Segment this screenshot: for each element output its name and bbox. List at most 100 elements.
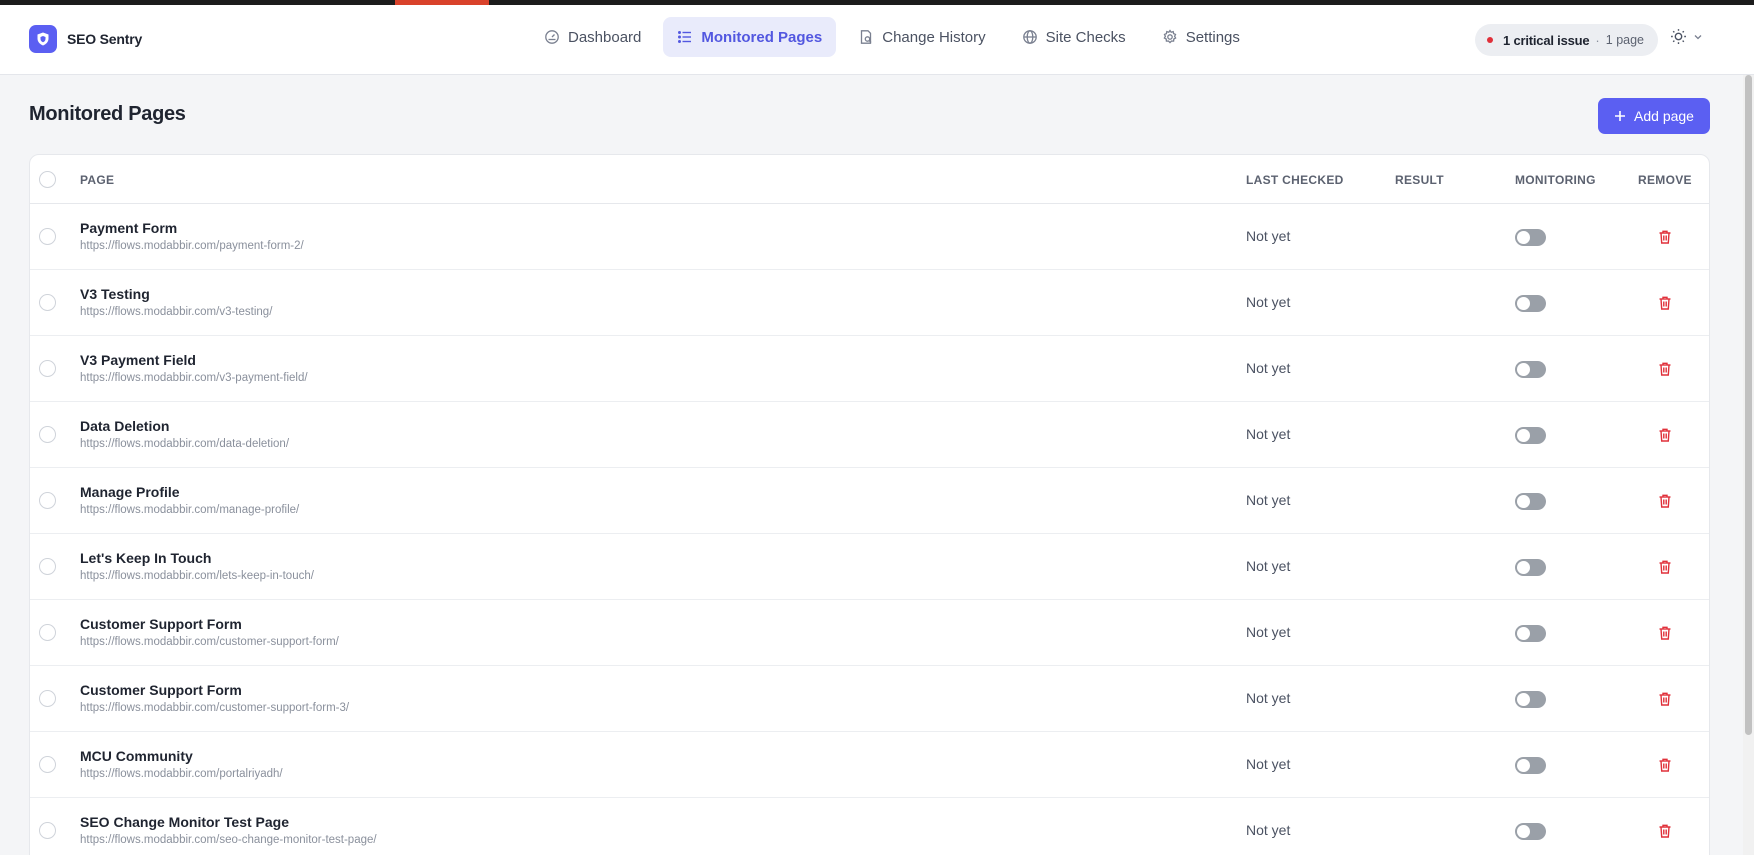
monitoring-toggle[interactable] — [1515, 229, 1546, 246]
monitoring-toggle[interactable] — [1515, 691, 1546, 708]
row-select-checkbox[interactable] — [39, 426, 56, 443]
toggle-knob — [1517, 627, 1530, 640]
globe-icon — [1022, 30, 1037, 44]
table-row: Customer Support Form https://flows.moda… — [30, 666, 1709, 732]
trash-icon[interactable] — [1657, 823, 1673, 839]
trash-icon[interactable] — [1657, 691, 1673, 707]
table-header: PAGE LAST CHECKED RESULT MONITORING REMO… — [30, 155, 1709, 204]
plus-icon — [1615, 111, 1626, 121]
table-row: Manage Profile https://flows.modabbir.co… — [30, 468, 1709, 534]
nav-dashboard[interactable]: Dashboard — [530, 17, 655, 57]
toggle-knob — [1517, 693, 1530, 706]
nav-monitored-pages[interactable]: Monitored Pages — [663, 17, 837, 57]
nav-dashboard-label: Dashboard — [568, 28, 642, 46]
scrollbar-thumb[interactable] — [1745, 75, 1752, 735]
select-all-checkbox[interactable] — [39, 171, 56, 188]
nav-settings[interactable]: Settings — [1148, 17, 1254, 57]
page-name[interactable]: Customer Support Form — [80, 616, 242, 632]
trash-icon[interactable] — [1657, 493, 1673, 509]
trash-icon[interactable] — [1657, 295, 1673, 311]
page-name[interactable]: Manage Profile — [80, 484, 180, 500]
brand[interactable]: SEO Sentry — [29, 25, 142, 53]
page-name[interactable]: V3 Payment Field — [80, 352, 196, 368]
row-select-checkbox[interactable] — [39, 690, 56, 707]
last-checked-value: Not yet — [1246, 426, 1291, 442]
last-checked-value: Not yet — [1246, 294, 1291, 310]
list-icon — [678, 31, 692, 43]
row-select-checkbox[interactable] — [39, 624, 56, 641]
last-checked-value: Not yet — [1246, 360, 1291, 376]
toggle-knob — [1517, 561, 1530, 574]
monitoring-toggle[interactable] — [1515, 559, 1546, 576]
add-page-button[interactable]: Add page — [1598, 98, 1710, 134]
trash-icon[interactable] — [1657, 361, 1673, 377]
page-title: Monitored Pages — [29, 103, 186, 125]
last-checked-value: Not yet — [1246, 756, 1291, 772]
page-name[interactable]: Customer Support Form — [80, 682, 242, 698]
trash-icon[interactable] — [1657, 625, 1673, 641]
monitoring-toggle[interactable] — [1515, 427, 1546, 444]
page-url: https://flows.modabbir.com/lets-keep-in-… — [80, 570, 314, 582]
page-url: https://flows.modabbir.com/portalriyadh/ — [80, 768, 283, 780]
row-select-checkbox[interactable] — [39, 294, 56, 311]
row-select-checkbox[interactable] — [39, 822, 56, 839]
monitoring-toggle[interactable] — [1515, 823, 1546, 840]
nav-change-history[interactable]: Change History — [844, 17, 999, 57]
shield-icon — [29, 25, 57, 53]
chevron-down-icon — [1694, 34, 1702, 39]
page-url: https://flows.modabbir.com/customer-supp… — [80, 702, 350, 714]
row-select-checkbox[interactable] — [39, 492, 56, 509]
page-name[interactable]: Data Deletion — [80, 418, 169, 434]
monitoring-toggle[interactable] — [1515, 625, 1546, 642]
dashboard-gauge-icon — [545, 30, 559, 44]
history-file-icon — [861, 30, 872, 44]
table-row: V3 Testing https://flows.modabbir.com/v3… — [30, 270, 1709, 336]
row-select-checkbox[interactable] — [39, 360, 56, 377]
main-nav: Dashboard Monitored Pages Change History… — [530, 17, 1254, 57]
trash-icon[interactable] — [1657, 757, 1673, 773]
page-name[interactable]: Let's Keep In Touch — [80, 550, 211, 566]
row-select-checkbox[interactable] — [39, 558, 56, 575]
toggle-knob — [1517, 429, 1530, 442]
table-body: Payment Form https://flows.modabbir.com/… — [30, 204, 1709, 855]
last-checked-value: Not yet — [1246, 558, 1291, 574]
page-name[interactable]: MCU Community — [80, 748, 193, 764]
column-header-monitoring: MONITORING — [1515, 173, 1596, 187]
nav-site-checks-label: Site Checks — [1045, 28, 1126, 46]
monitoring-toggle[interactable] — [1515, 757, 1546, 774]
affected-pages-count: 1 page — [1605, 33, 1644, 47]
table-row: SEO Change Monitor Test Page https://flo… — [30, 798, 1709, 855]
column-header-remove: REMOVE — [1638, 173, 1692, 187]
page-scrollbar[interactable] — [1743, 75, 1754, 855]
column-header-page: PAGE — [80, 173, 115, 187]
toggle-knob — [1517, 363, 1530, 376]
page-url: https://flows.modabbir.com/data-deletion… — [80, 438, 290, 450]
toggle-knob — [1517, 231, 1530, 244]
row-select-checkbox[interactable] — [39, 228, 56, 245]
page-name[interactable]: Payment Form — [80, 220, 177, 236]
monitoring-toggle[interactable] — [1515, 493, 1546, 510]
top-header: SEO Sentry Dashboard Monitored Pages Cha… — [0, 5, 1754, 75]
page-url: https://flows.modabbir.com/seo-change-mo… — [80, 834, 377, 846]
nav-monitored-pages-label: Monitored Pages — [701, 28, 823, 46]
monitoring-toggle[interactable] — [1515, 361, 1546, 378]
critical-issue-badge[interactable]: 1 critical issue · 1 page — [1475, 24, 1658, 56]
app-name: SEO Sentry — [67, 31, 143, 47]
trash-icon[interactable] — [1657, 427, 1673, 443]
page-name[interactable]: SEO Change Monitor Test Page — [80, 814, 289, 830]
trash-icon[interactable] — [1657, 229, 1673, 245]
last-checked-value: Not yet — [1246, 492, 1291, 508]
last-checked-value: Not yet — [1246, 822, 1291, 838]
nav-site-checks[interactable]: Site Checks — [1008, 17, 1140, 57]
toggle-knob — [1517, 759, 1530, 772]
table-row: Let's Keep In Touch https://flows.modabb… — [30, 534, 1709, 600]
theme-toggle-button[interactable] — [1670, 28, 1703, 45]
trash-icon[interactable] — [1657, 559, 1673, 575]
page-url: https://flows.modabbir.com/v3-testing/ — [80, 306, 273, 318]
column-header-result: RESULT — [1395, 173, 1444, 187]
page-name[interactable]: V3 Testing — [80, 286, 150, 302]
monitoring-toggle[interactable] — [1515, 295, 1546, 312]
sun-icon — [1671, 29, 1686, 44]
table-row: Customer Support Form https://flows.moda… — [30, 600, 1709, 666]
row-select-checkbox[interactable] — [39, 756, 56, 773]
